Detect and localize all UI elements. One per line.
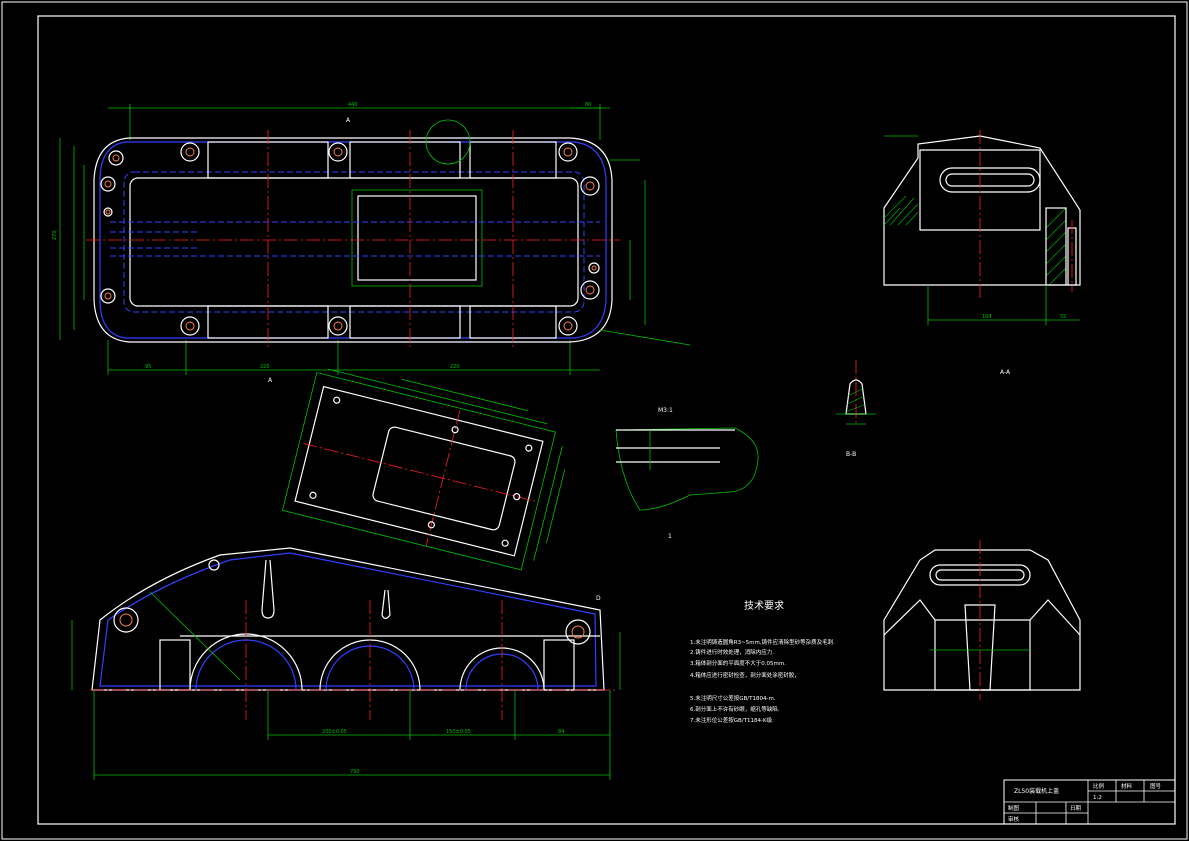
inner-border — [37, 15, 1176, 825]
section-bb-label: B-B — [846, 451, 856, 458]
front-elevation-view: 730 200±0.05 150±0.05 84 D — [71, 547, 621, 780]
dim-front-mid: 150±0.05 — [446, 729, 471, 735]
title-block-scale-value: 1:2 — [1093, 795, 1102, 801]
dim-side-width: 164 — [982, 314, 992, 320]
dim-top-right-bottom: 220 — [450, 364, 460, 370]
detail-1-view: M3:1 1 — [615, 407, 759, 540]
title-block-drawn-label: 制图 — [1008, 804, 1020, 812]
hatch-right — [1045, 207, 1067, 285]
dim-front-overall: 730 — [350, 769, 360, 775]
tech-req-line: 1.未注明铸造圆角R3~5mm,铸件应清除型砂等杂质及毛刺. — [690, 638, 835, 646]
dim-top-overall: 440 — [348, 102, 358, 108]
title-block-name: ZL50装载机上盖 — [1014, 787, 1059, 795]
dim-top-left-bottom: 95 — [145, 364, 151, 370]
outer-border — [1, 1, 1188, 840]
section-aa-view: 164 55 A-A — [883, 130, 1081, 376]
tech-req-line: 3.箱体剖分面的平面度不大于0.05mm. — [690, 659, 786, 667]
title-block-material-label: 材料 — [1121, 782, 1133, 790]
inspection-cover-view — [281, 368, 566, 571]
section-mark-top: A — [346, 117, 351, 124]
detail-1-label: 1 — [668, 533, 672, 540]
section-mark-bottom: A — [268, 377, 273, 384]
end-view — [883, 540, 1081, 700]
tech-req-title: 技术要求 — [744, 599, 784, 612]
dim-front-left: 200±0.05 — [322, 729, 347, 735]
tech-req-line: 4.箱体应进行密封检查，剖分面处涂密封胶， — [690, 671, 800, 679]
tech-req-line: 7.未注形位公差按GB/T1184-K级. — [690, 716, 774, 724]
dim-front-right: 84 — [558, 729, 564, 735]
dim-side-right: 55 — [1060, 314, 1066, 320]
section-bb-view: B-B — [836, 360, 876, 458]
section-mark-d: D — [596, 595, 601, 602]
technical-requirements: 技术要求 1.未注明铸造圆角R3~5mm,铸件应清除型砂等杂质及毛刺. 2.铸件… — [690, 599, 835, 724]
top-plan-view: 440 80 270 95 220 220 A A — [52, 102, 691, 384]
detail-1-scale: M3:1 — [658, 407, 673, 414]
tech-req-line: 5.未注明尺寸公差按GB/T1804-m. — [690, 694, 776, 702]
title-block-drawing-no-label: 图号 — [1150, 782, 1162, 790]
dim-top-right: 80 — [585, 102, 591, 108]
title-block-checked-label: 审核 — [1008, 815, 1020, 823]
section-aa-label: A-A — [1000, 369, 1011, 376]
tech-req-line: 6.剖分面上不许有砂眼，缩孔等缺陷. — [690, 705, 780, 713]
title-block: ZL50装载机上盖 比例 材料 图号 1:2 制图 审核 日期 — [1003, 779, 1176, 825]
title-block-date-label: 日期 — [1070, 805, 1082, 812]
cad-drawing-sheet: 440 80 270 95 220 220 A A 730 200±0.05 1… — [1, 1, 1188, 840]
tech-req-line: 2.铸件进行时效处理，消除内应力. — [690, 648, 774, 656]
dim-top-height: 270 — [52, 230, 58, 240]
title-block-scale-label: 比例 — [1093, 782, 1105, 790]
dim-top-mid-bottom: 220 — [260, 364, 270, 370]
